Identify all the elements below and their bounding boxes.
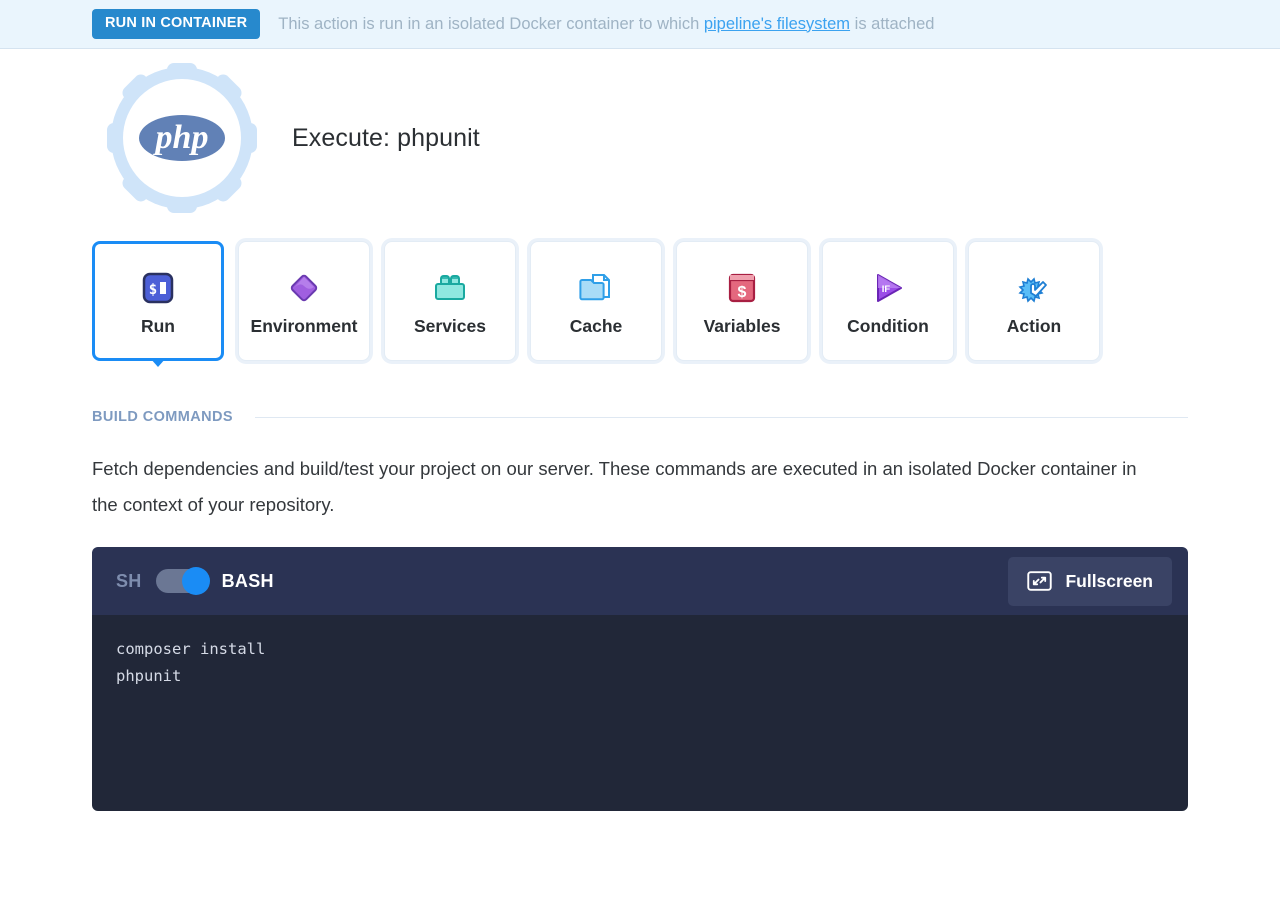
- tab-services[interactable]: Services: [384, 241, 516, 361]
- banner-text-before: This action is run in an isolated Docker…: [278, 15, 704, 33]
- pipeline-filesystem-link[interactable]: pipeline's filesystem: [704, 15, 850, 33]
- tab-action-label: Action: [1007, 316, 1061, 337]
- shell-toggle[interactable]: [156, 569, 208, 593]
- tab-run-label: Run: [141, 316, 175, 337]
- pointing-hand-icon: [1017, 266, 1051, 310]
- folder-files-icon: [579, 266, 613, 310]
- run-in-container-badge: RUN IN CONTAINER: [92, 9, 260, 39]
- section-title: BUILD COMMANDS: [92, 409, 233, 425]
- banner-text-after: is attached: [850, 15, 934, 33]
- terminal-prompt-icon: $: [142, 266, 174, 310]
- page-title: Execute: phpunit: [292, 124, 480, 153]
- tab-cache-label: Cache: [570, 316, 623, 337]
- tab-variables[interactable]: $ Variables: [676, 241, 808, 361]
- svg-text:$: $: [738, 284, 747, 301]
- code-line: phpunit: [116, 663, 1164, 690]
- run-in-container-banner: RUN IN CONTAINER This action is run in a…: [0, 0, 1280, 49]
- tab-action[interactable]: Action: [968, 241, 1100, 361]
- svg-text:php: php: [153, 119, 209, 156]
- tab-environment-label: Environment: [251, 316, 358, 337]
- dollar-card-icon: $: [726, 266, 758, 310]
- tab-condition-label: Condition: [847, 316, 929, 337]
- bottle-crate-icon: [433, 266, 467, 310]
- svg-text:IF: IF: [882, 284, 891, 295]
- action-header: php Execute: phpunit: [92, 49, 1280, 219]
- shell-bash-label[interactable]: BASH: [222, 571, 274, 592]
- fullscreen-label: Fullscreen: [1065, 571, 1153, 592]
- tab-variables-label: Variables: [704, 316, 781, 337]
- tab-environment[interactable]: Environment: [238, 241, 370, 361]
- if-play-icon: IF: [871, 266, 905, 310]
- section-divider: [255, 417, 1188, 418]
- action-tabs: $ Run Environment: [92, 219, 1280, 361]
- tab-services-label: Services: [414, 316, 486, 337]
- fullscreen-button[interactable]: Fullscreen: [1008, 557, 1172, 606]
- php-gear-icon: php: [107, 63, 257, 213]
- code-line: composer install: [116, 636, 1164, 663]
- shell-sh-label[interactable]: SH: [116, 571, 142, 592]
- tab-run[interactable]: $ Run: [92, 241, 224, 361]
- tab-condition[interactable]: IF Condition: [822, 241, 954, 361]
- diamond-gem-icon: [287, 266, 321, 310]
- shell-toggle-knob: [182, 567, 210, 595]
- editor-toolbar: SH BASH Fullscreen: [92, 547, 1188, 615]
- section-description: Fetch dependencies and build/test your p…: [92, 451, 1137, 523]
- banner-description: This action is run in an isolated Docker…: [278, 15, 934, 34]
- expand-icon: [1027, 571, 1052, 591]
- tab-cache[interactable]: Cache: [530, 241, 662, 361]
- build-commands-editor: SH BASH Fullscreen composer install phpu…: [92, 547, 1188, 811]
- svg-text:$: $: [149, 282, 157, 298]
- build-commands-section-header: BUILD COMMANDS: [92, 409, 1280, 425]
- code-textarea[interactable]: composer install phpunit: [92, 615, 1188, 811]
